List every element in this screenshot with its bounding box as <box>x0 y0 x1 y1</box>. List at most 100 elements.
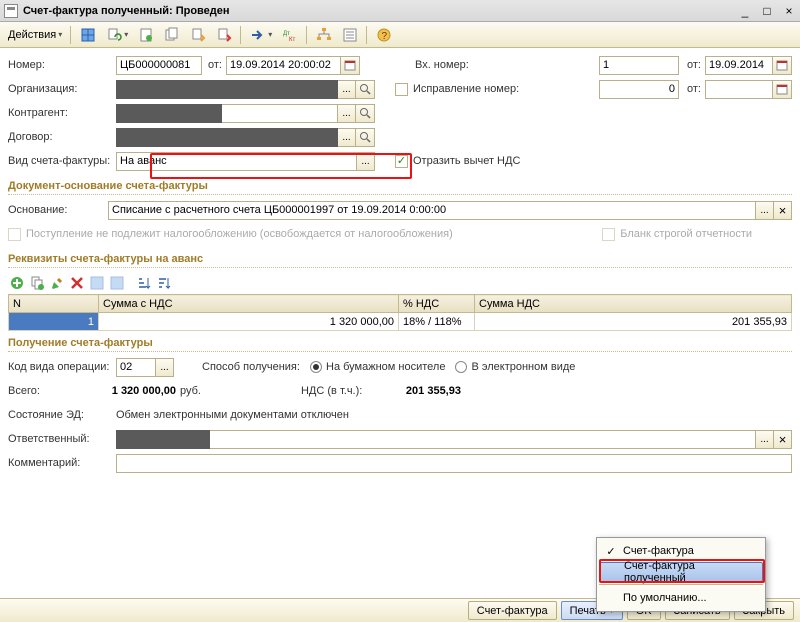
doc-green-icon <box>138 27 154 43</box>
maximize-button[interactable]: □ <box>760 4 774 18</box>
ot-label-2: от: <box>687 59 701 71</box>
section-poluch: Получение счета-фактуры <box>8 331 792 352</box>
calendar-button-1[interactable] <box>341 56 360 75</box>
titlebar: Счет-фактура полученный: Проведен _ □ × <box>0 0 800 22</box>
date-input[interactable] <box>226 56 341 75</box>
ispr-date-input[interactable] <box>705 80 773 99</box>
vid-input[interactable] <box>116 152 357 171</box>
vid-label: Вид счета-фактуры: <box>8 155 116 167</box>
table-row[interactable]: 1 1 320 000,00 18% / 118% 201 355,93 <box>9 313 792 331</box>
vh-nomer-input[interactable] <box>599 56 679 75</box>
tool-props[interactable] <box>338 25 362 45</box>
otrazit-checkbox[interactable] <box>395 155 408 168</box>
blank-label: Бланк строгой отчетности <box>620 228 752 240</box>
ispr-input[interactable] <box>599 80 679 99</box>
vh-nomer-label: Вх. номер: <box>415 59 500 71</box>
org-input[interactable] <box>116 80 338 99</box>
tool-1[interactable] <box>76 25 100 45</box>
dogovor-label: Договор: <box>8 131 116 143</box>
tool-5[interactable] <box>186 25 210 45</box>
dtkt-icon: ДтКт <box>282 27 298 43</box>
radio-bum[interactable] <box>310 361 322 373</box>
cell-nds[interactable]: 201 355,93 <box>475 313 792 331</box>
radio-bum-label: На бумажном носителе <box>326 361 445 373</box>
tool-4[interactable] <box>160 25 184 45</box>
calendar-button-2[interactable] <box>773 56 792 75</box>
sort-desc-button[interactable] <box>154 274 172 292</box>
otv-input[interactable] <box>210 430 756 449</box>
sost-label: Состояние ЭД: <box>8 409 116 421</box>
contragent-input[interactable] <box>116 104 222 123</box>
vid-pick-button[interactable]: ... <box>357 152 375 171</box>
close-button[interactable]: × <box>782 4 796 18</box>
ot-label-3: от: <box>687 83 701 95</box>
tool-dtkt[interactable]: ДтКт <box>278 25 302 45</box>
otv-pick-button[interactable]: ... <box>756 430 774 449</box>
sf-button[interactable]: Счет-фактура <box>468 601 557 620</box>
dogovor-search-button[interactable] <box>356 128 375 147</box>
otv-clear-button[interactable]: × <box>774 430 792 449</box>
post-checkbox <box>8 228 21 241</box>
komm-input[interactable] <box>116 454 792 473</box>
save2-icon <box>108 274 126 292</box>
table-toolbar <box>8 272 792 294</box>
ispr-checkbox[interactable] <box>395 83 408 96</box>
th-sum[interactable]: Сумма с НДС <box>99 295 399 313</box>
form-area: Номер: от: Вх. номер: от: Организация: .… <box>0 48 800 480</box>
calendar-button-3[interactable] <box>773 80 792 99</box>
otv-label: Ответственный: <box>8 433 116 445</box>
tool-struct[interactable] <box>312 25 336 45</box>
org-search-button[interactable] <box>356 80 375 99</box>
tool-3[interactable] <box>134 25 158 45</box>
cell-sum[interactable]: 1 320 000,00 <box>99 313 399 331</box>
radio-el[interactable] <box>455 361 467 373</box>
help-icon: ? <box>376 27 392 43</box>
copy-row-button[interactable] <box>28 274 46 292</box>
osn-pick-button[interactable]: ... <box>756 201 774 220</box>
print-item-sf-poluch[interactable]: Счет-фактура полученный <box>599 562 763 582</box>
osn-clear-button[interactable]: × <box>774 201 792 220</box>
number-input[interactable] <box>116 56 202 75</box>
kod-input[interactable] <box>116 358 156 377</box>
add-row-button[interactable] <box>8 274 26 292</box>
doc-up-icon <box>216 27 232 43</box>
osn-input[interactable] <box>108 201 756 220</box>
tool-goto[interactable] <box>246 25 276 45</box>
vsego-value: 1 320 000,00 <box>70 385 180 397</box>
cell-n[interactable]: 1 <box>9 313 99 331</box>
tool-2[interactable] <box>102 25 132 45</box>
th-nds[interactable]: Сумма НДС <box>475 295 792 313</box>
sort-asc-button[interactable] <box>134 274 152 292</box>
minimize-button[interactable]: _ <box>738 4 752 18</box>
contragent-search-button[interactable] <box>356 104 375 123</box>
org-pick-button[interactable]: ... <box>338 80 356 99</box>
otrazit-label: Отразить вычет НДС <box>413 155 520 167</box>
vh-date-input[interactable] <box>705 56 773 75</box>
print-item-sf[interactable]: ✓ Счет-фактура <box>599 540 763 562</box>
th-pct[interactable]: % НДС <box>399 295 475 313</box>
th-n[interactable]: N <box>9 295 99 313</box>
post-label: Поступление не подлежит налогообложению … <box>26 228 453 240</box>
save-icon <box>88 274 106 292</box>
tree-icon <box>316 27 332 43</box>
details-table[interactable]: N Сумма с НДС % НДС Сумма НДС 1 1 320 00… <box>8 294 792 331</box>
doc-copy-icon <box>164 27 180 43</box>
sposob-label: Способ получения: <box>202 361 310 373</box>
print-item-default[interactable]: По умолчанию... <box>599 587 763 609</box>
dogovor-pick-button[interactable]: ... <box>338 128 356 147</box>
actions-menu[interactable]: Действия <box>4 25 66 45</box>
rub-label: руб. <box>180 385 201 397</box>
kod-pick-button[interactable]: ... <box>156 358 174 377</box>
doc-down-icon <box>190 27 206 43</box>
delete-row-button[interactable] <box>68 274 86 292</box>
tool-6[interactable] <box>212 25 236 45</box>
print-menu: ✓ Счет-фактура Счет-фактура полученный П… <box>596 537 766 612</box>
otv-input-dark[interactable] <box>116 430 210 449</box>
tool-help[interactable]: ? <box>372 25 396 45</box>
toolbar: Действия ДтКт ? <box>0 22 800 48</box>
contragent-pick-button[interactable]: ... <box>338 104 356 123</box>
edit-row-button[interactable] <box>48 274 66 292</box>
window-title: Счет-фактура полученный: Проведен <box>23 5 738 17</box>
dogovor-input[interactable] <box>116 128 338 147</box>
cell-pct[interactable]: 18% / 118% <box>399 313 475 331</box>
